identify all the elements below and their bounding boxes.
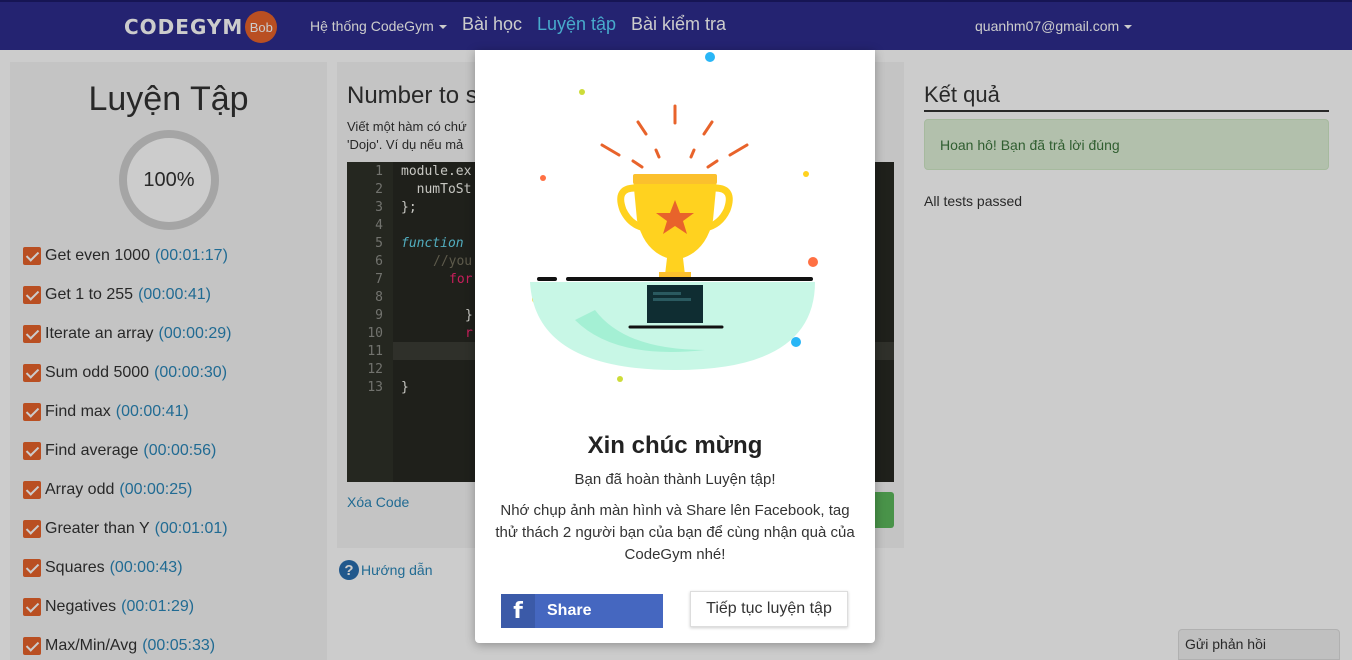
facebook-share-button[interactable]: f Share [501,594,663,628]
continue-practice-button[interactable]: Tiếp tục luyện tập [690,591,848,627]
confetti-dot [579,89,585,95]
trophy-base [647,285,703,323]
trophy-illustration [530,52,818,382]
confetti-dot [803,171,809,177]
modal-title: Xin chúc mừng [587,432,763,459]
congratulations-modal: Xin chúc mừng Bạn đã hoàn thành Luyện tậ… [475,50,875,643]
base-plate [653,292,681,295]
confetti-dot [808,257,818,267]
modal-message: Nhớ chụp ảnh màn hình và Share lên Faceb… [495,502,855,563]
confetti-dot [617,376,623,382]
trophy-rim [633,174,717,184]
confetti-dot [791,337,801,347]
celebration-rays [600,104,749,169]
confetti-dot [540,175,546,181]
confetti-dot [705,52,715,62]
share-label: Share [547,602,592,619]
facebook-icon: f [501,594,535,628]
modal-subtitle: Bạn đã hoàn thành Luyện tập! [574,471,776,488]
base-plate [653,298,691,301]
